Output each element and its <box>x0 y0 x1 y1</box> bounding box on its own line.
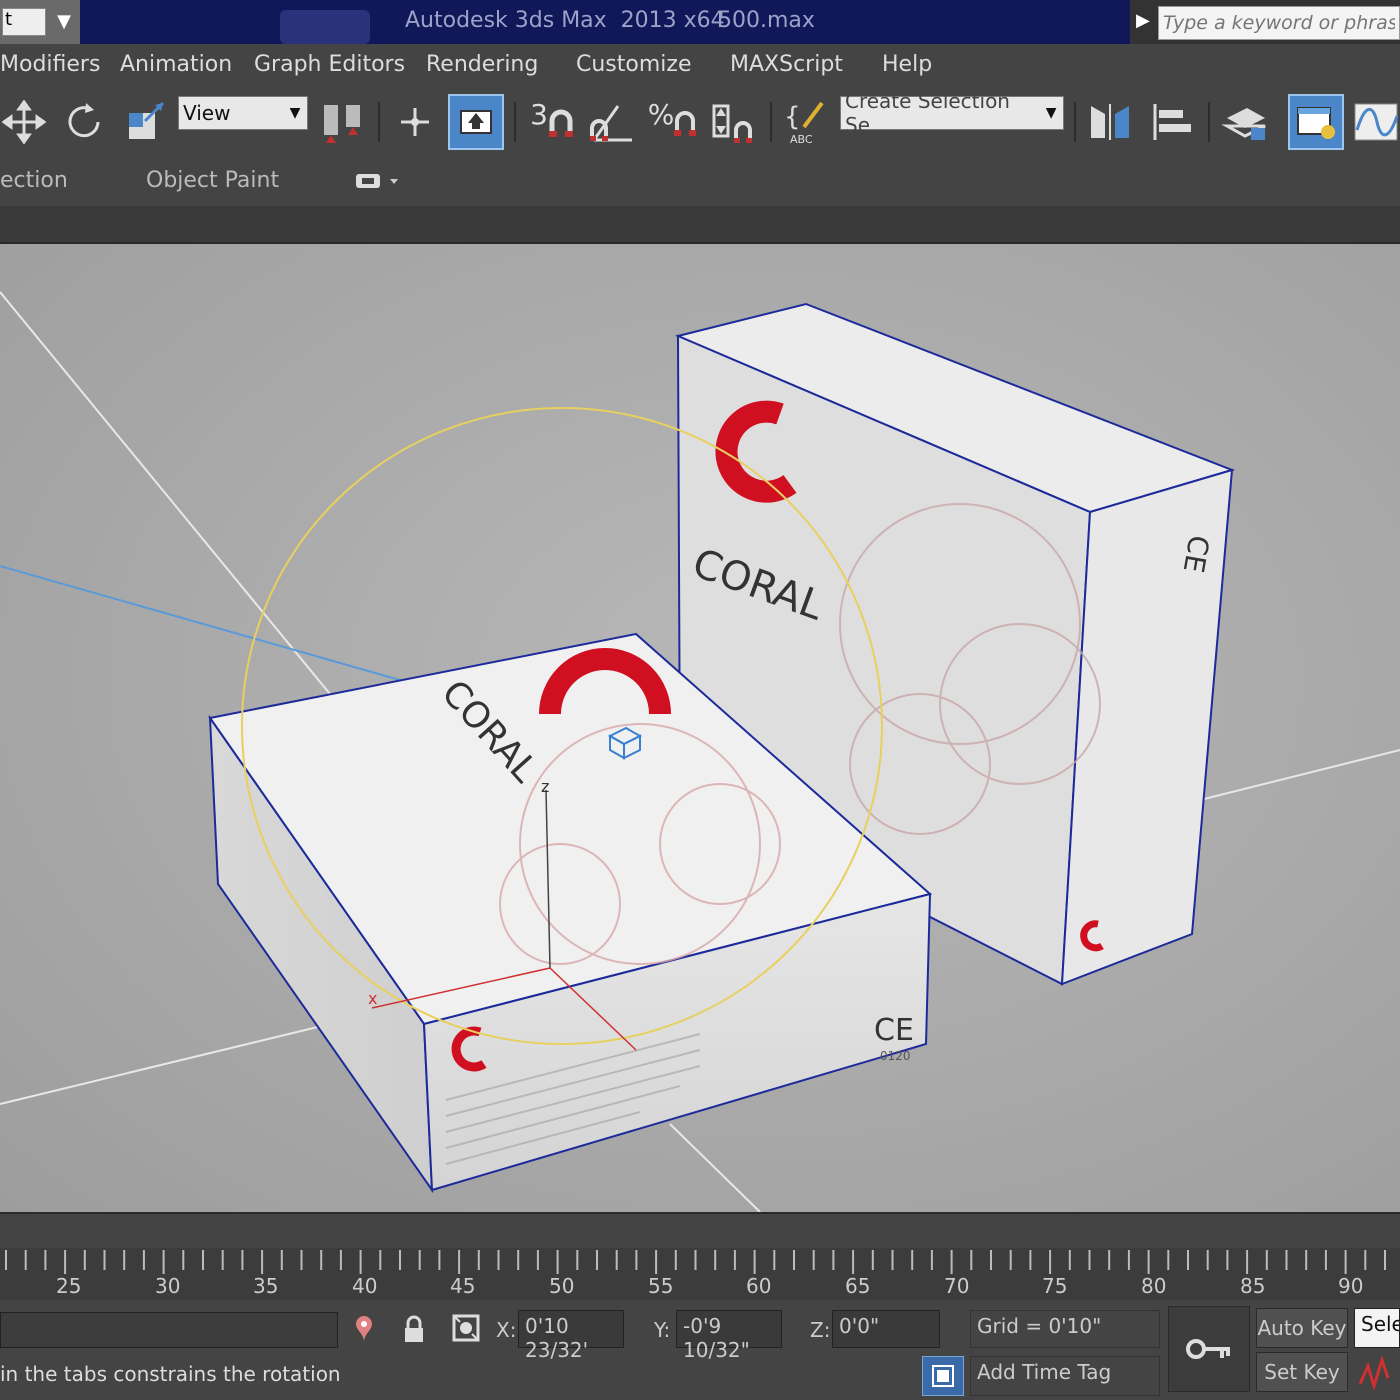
time-tick-label: 90 <box>1338 1274 1364 1298</box>
menu-modifiers[interactable]: Modifiers <box>0 52 100 77</box>
app-title: Autodesk 3ds Max 2013 x64 <box>405 8 725 33</box>
time-tick-label: 35 <box>253 1274 279 1298</box>
toolbar-separator <box>770 102 772 142</box>
y-coordinate-field[interactable]: -0'9 10/32" <box>676 1310 782 1362</box>
grid-size-display: Grid = 0'10" <box>970 1310 1160 1348</box>
time-tick-label: 60 <box>746 1274 772 1298</box>
menu-rendering[interactable]: Rendering <box>426 52 538 77</box>
ribbon-options-icon[interactable] <box>354 170 402 196</box>
selection-count-field <box>0 1312 338 1348</box>
app-logo <box>280 10 370 44</box>
set-keys-button[interactable] <box>1168 1306 1250 1392</box>
axis-z-label: z <box>541 777 549 796</box>
set-key-button[interactable]: Set Key <box>1256 1352 1348 1392</box>
add-time-tag-field[interactable]: Add Time Tag <box>970 1356 1160 1396</box>
snap-dimension-label: 3 <box>530 97 548 131</box>
z-coordinate-label: Z: <box>810 1318 831 1342</box>
time-tick-label: 85 <box>1240 1274 1266 1298</box>
axis-x-label: x <box>368 989 377 1008</box>
search-expand-icon[interactable]: ▶ <box>1136 10 1150 31</box>
magnet-icon <box>674 111 697 136</box>
svg-text:ABC: ABC <box>790 133 813 146</box>
edit-named-selection-icon[interactable]: {ABC <box>778 96 832 148</box>
time-config-icon[interactable] <box>922 1356 964 1396</box>
named-selection-dropdown[interactable]: Create Selection Se ▼ <box>840 89 1064 137</box>
toolbar-separator <box>1208 102 1210 142</box>
scene-explorer-button[interactable] <box>1288 94 1344 150</box>
reference-coordinate-dropdown[interactable]: View ▼ <box>178 96 308 130</box>
reference-coordinate-value: View <box>183 101 231 125</box>
key-icon <box>1186 1339 1230 1359</box>
quick-access-dropdown-icon[interactable]: ▼ <box>52 8 76 36</box>
scale-icon[interactable] <box>120 96 172 148</box>
percent-snap-button[interactable]: % <box>646 96 698 148</box>
move-icon[interactable] <box>0 96 48 148</box>
menu-help[interactable]: Help <box>882 52 932 77</box>
time-tick-label: 30 <box>155 1274 181 1298</box>
spinner-snap-icon[interactable] <box>706 96 760 148</box>
toolbar-separator <box>514 102 516 142</box>
rotate-icon[interactable] <box>58 96 110 148</box>
ribbon-tab-object-paint[interactable]: Object Paint <box>146 168 279 193</box>
y-coordinate-label: Y: <box>654 1318 671 1342</box>
selection-lock-icon[interactable] <box>402 1314 426 1348</box>
key-filter-dropdown[interactable]: Sele <box>1354 1308 1400 1348</box>
absolute-mode-icon[interactable] <box>450 1312 482 1348</box>
chevron-down-icon: ▼ <box>289 105 301 121</box>
ce-mark-front: CE <box>874 1013 914 1048</box>
quick-access-toolbar: t ▼ <box>0 0 80 44</box>
x-coordinate-label: X: <box>496 1318 517 1342</box>
time-tick-label: 55 <box>648 1274 674 1298</box>
prompt-line: in the tabs constrains the rotation <box>0 1362 341 1386</box>
ribbon-panel <box>0 206 1400 244</box>
menu-animation[interactable]: Animation <box>120 52 232 77</box>
magnet-icon <box>548 109 573 137</box>
snaps-toggle-button[interactable]: 3 <box>522 96 582 148</box>
layer-manager-icon[interactable] <box>1218 96 1272 148</box>
x-coordinate-field[interactable]: 0'10 23/32' <box>518 1310 624 1362</box>
mirror-icon[interactable] <box>1084 96 1136 148</box>
key-filters-icon[interactable] <box>1358 1355 1398 1394</box>
named-selection-value: Create Selection Se <box>845 89 1010 137</box>
menu-graph-editors[interactable]: Graph Editors <box>254 52 405 77</box>
ribbon-tab-selection[interactable]: ection <box>0 168 68 193</box>
angle-snap-icon[interactable] <box>586 96 638 148</box>
ce-number: 0120 <box>880 1049 911 1063</box>
curve-editor-icon[interactable] <box>1352 96 1400 148</box>
time-tick-label: 80 <box>1141 1274 1167 1298</box>
menu-maxscript[interactable]: MAXScript <box>730 52 843 77</box>
z-coordinate-field[interactable]: 0'0" <box>832 1310 940 1348</box>
menu-customize[interactable]: Customize <box>576 52 691 77</box>
ce-mark-end: CE <box>1177 533 1216 575</box>
percent-snap-label: % <box>647 97 675 131</box>
workspace-dropdown[interactable]: t <box>2 8 46 36</box>
search-input[interactable] <box>1158 6 1400 40</box>
time-tick-label: 25 <box>56 1274 82 1298</box>
isolate-selection-icon[interactable] <box>352 1314 376 1348</box>
pivot-center-icon[interactable] <box>316 96 370 148</box>
time-tick-label: 70 <box>944 1274 970 1298</box>
keyboard-shortcut-override-button[interactable] <box>448 94 504 150</box>
align-icon[interactable] <box>1146 96 1198 148</box>
toolbar-separator <box>1074 102 1076 142</box>
auto-key-button[interactable]: Auto Key <box>1256 1308 1348 1348</box>
time-tick-label: 75 <box>1042 1274 1068 1298</box>
time-tick-label: 45 <box>450 1274 476 1298</box>
perspective-viewport[interactable]: CORAL CE CORAL CE 0120 z x <box>0 244 1400 1212</box>
time-ruler[interactable] <box>0 1248 1400 1300</box>
time-tick-label: 40 <box>352 1274 378 1298</box>
time-tick-label: 65 <box>845 1274 871 1298</box>
file-name: 500.max <box>718 8 815 33</box>
select-manipulate-icon[interactable] <box>390 96 440 148</box>
time-tick-label: 50 <box>549 1274 575 1298</box>
svg-text:{: { <box>784 102 801 132</box>
toolbar-separator <box>378 102 380 142</box>
chevron-down-icon: ▼ <box>1045 105 1057 121</box>
